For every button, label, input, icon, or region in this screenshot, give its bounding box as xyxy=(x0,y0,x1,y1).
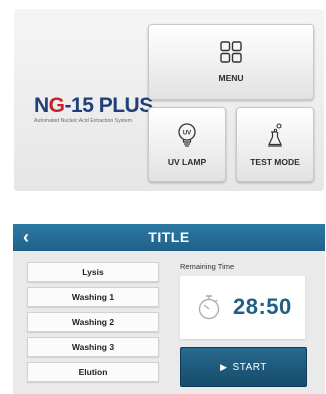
logo-subtitle: Automated Nucleic Acid Extraction System xyxy=(34,118,133,124)
step-washing-2[interactable]: Washing 2 xyxy=(27,312,159,332)
start-button[interactable]: ▶ START xyxy=(180,347,307,387)
page-title: TITLE xyxy=(148,229,190,245)
app-logo: NG-15 PLUS Automated Nucleic Acid Extrac… xyxy=(34,95,160,135)
logo-wordmark: NG-15 PLUS xyxy=(34,94,153,117)
svg-text:UV: UV xyxy=(183,130,191,136)
remaining-time-value: 28:50 xyxy=(233,294,292,319)
flask-icon xyxy=(265,122,285,152)
lightbulb-icon: UV xyxy=(177,122,197,152)
timer-display: 28:50 xyxy=(180,276,305,339)
menu-label: MENU xyxy=(218,73,244,83)
step-list: Lysis Washing 1 Washing 2 Washing 3 Elut… xyxy=(27,262,159,387)
test-mode-label: TEST MODE xyxy=(250,156,300,167)
step-washing-1[interactable]: Washing 1 xyxy=(27,287,159,307)
stopwatch-icon xyxy=(197,294,221,325)
menu-button[interactable]: MENU xyxy=(148,24,314,100)
step-washing-3[interactable]: Washing 3 xyxy=(27,337,159,357)
grid-menu-icon xyxy=(220,41,242,68)
remaining-time-label: Remaining Time xyxy=(180,262,235,271)
play-icon: ▶ xyxy=(220,361,228,372)
step-elution[interactable]: Elution xyxy=(27,362,159,382)
title-bar: ‹ TITLE xyxy=(13,224,325,251)
uv-lamp-button[interactable]: UV UV LAMP xyxy=(148,107,226,182)
uv-lamp-label: UV LAMP xyxy=(167,156,207,167)
start-label: START xyxy=(232,361,267,373)
home-screen: NG-15 PLUS Automated Nucleic Acid Extrac… xyxy=(14,9,324,191)
run-screen: ‹ TITLE Lysis Washing 1 Washing 2 Washin… xyxy=(13,224,325,394)
test-mode-button[interactable]: TEST MODE xyxy=(236,107,314,182)
step-lysis[interactable]: Lysis xyxy=(27,262,159,282)
